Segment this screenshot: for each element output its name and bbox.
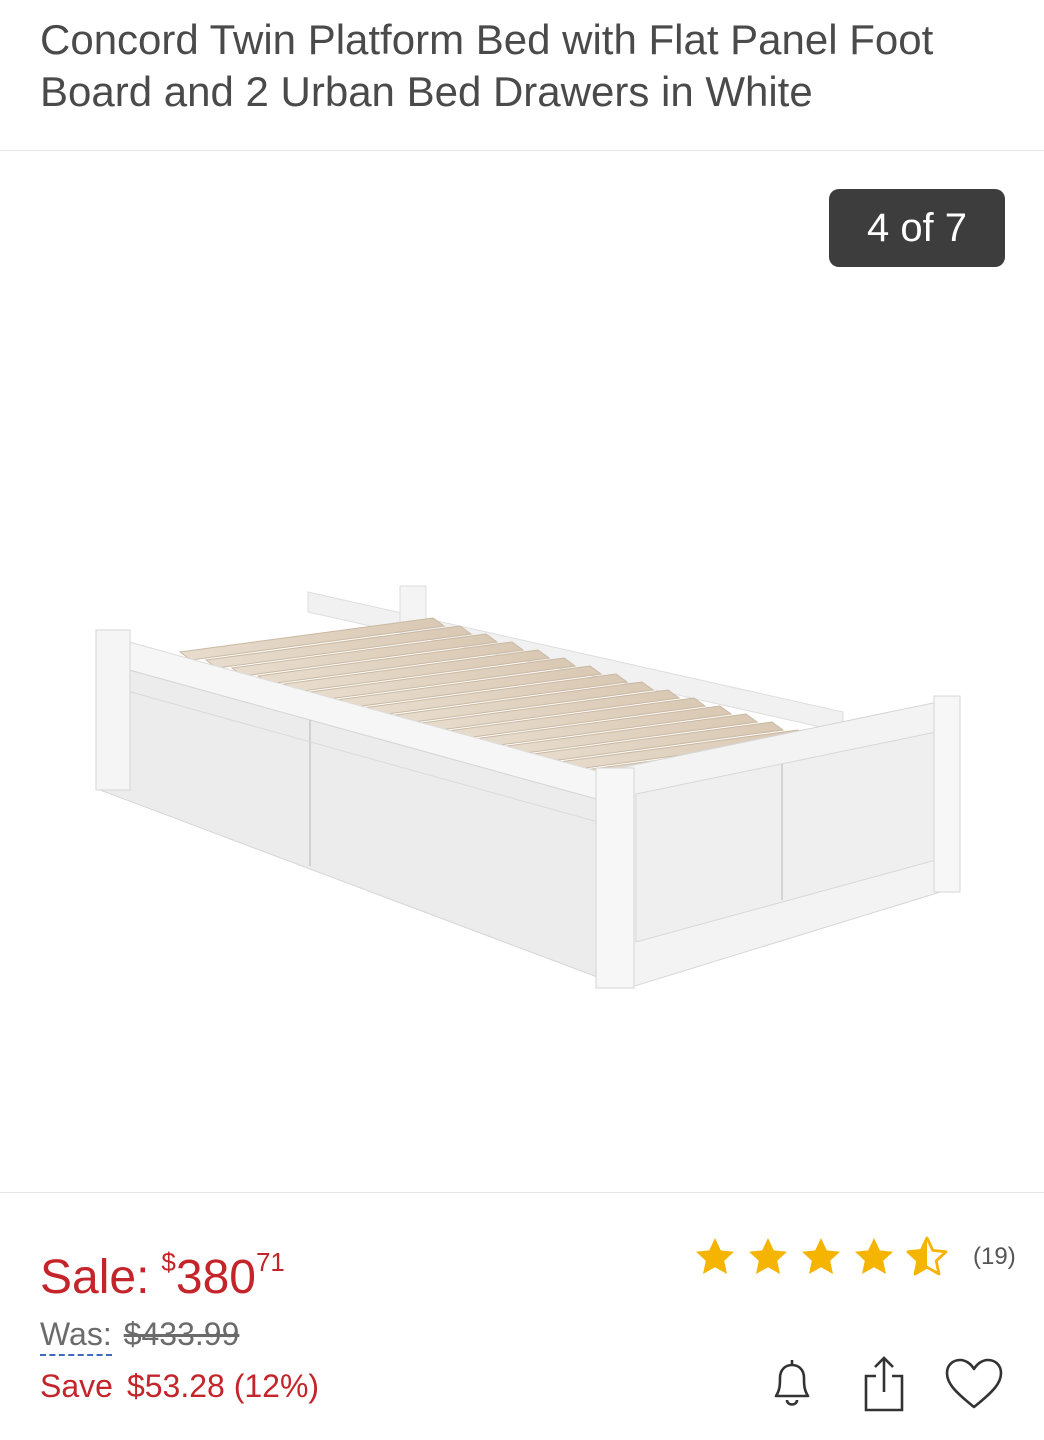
review-count[interactable]: (19) — [973, 1243, 1016, 1271]
product-title: Concord Twin Platform Bed with Flat Pane… — [40, 16, 934, 115]
heart-icon — [945, 1358, 1003, 1409]
image-counter-badge: 4 of 7 — [829, 189, 1005, 267]
star-full-icon — [749, 1238, 787, 1274]
share-icon — [864, 1356, 904, 1412]
rating-summary[interactable]: (19) — [690, 1232, 1016, 1282]
product-image[interactable] — [88, 582, 968, 994]
save-amount: $53.28 (12%) — [126, 1368, 320, 1404]
product-actions — [760, 1352, 1010, 1416]
star-full-icon — [855, 1238, 893, 1274]
sale-price: Sale: $38071 — [40, 1232, 285, 1308]
was-label-tooltip[interactable]: Was: — [40, 1316, 112, 1356]
share-button[interactable] — [852, 1352, 916, 1416]
price-divider — [0, 1192, 1044, 1193]
bell-icon — [774, 1360, 810, 1406]
sale-cents: 71 — [255, 1247, 285, 1277]
sale-dollars: 380 — [175, 1251, 256, 1304]
was-price-row: Was: $433.99 — [40, 1316, 240, 1356]
product-header: Concord Twin Platform Bed with Flat Pane… — [40, 14, 1000, 118]
add-to-favorites-button[interactable] — [942, 1352, 1006, 1416]
was-price: $433.99 — [123, 1316, 240, 1352]
price-alert-button[interactable] — [760, 1352, 824, 1416]
currency-symbol: $ — [161, 1247, 176, 1277]
star-full-icon — [696, 1238, 734, 1274]
savings-row: Save $53.28 (12%) — [40, 1368, 319, 1405]
star-full-icon — [802, 1238, 840, 1274]
star-half-icon — [906, 1236, 948, 1276]
sale-label: Sale: — [40, 1251, 150, 1304]
save-label: Save — [40, 1368, 113, 1404]
